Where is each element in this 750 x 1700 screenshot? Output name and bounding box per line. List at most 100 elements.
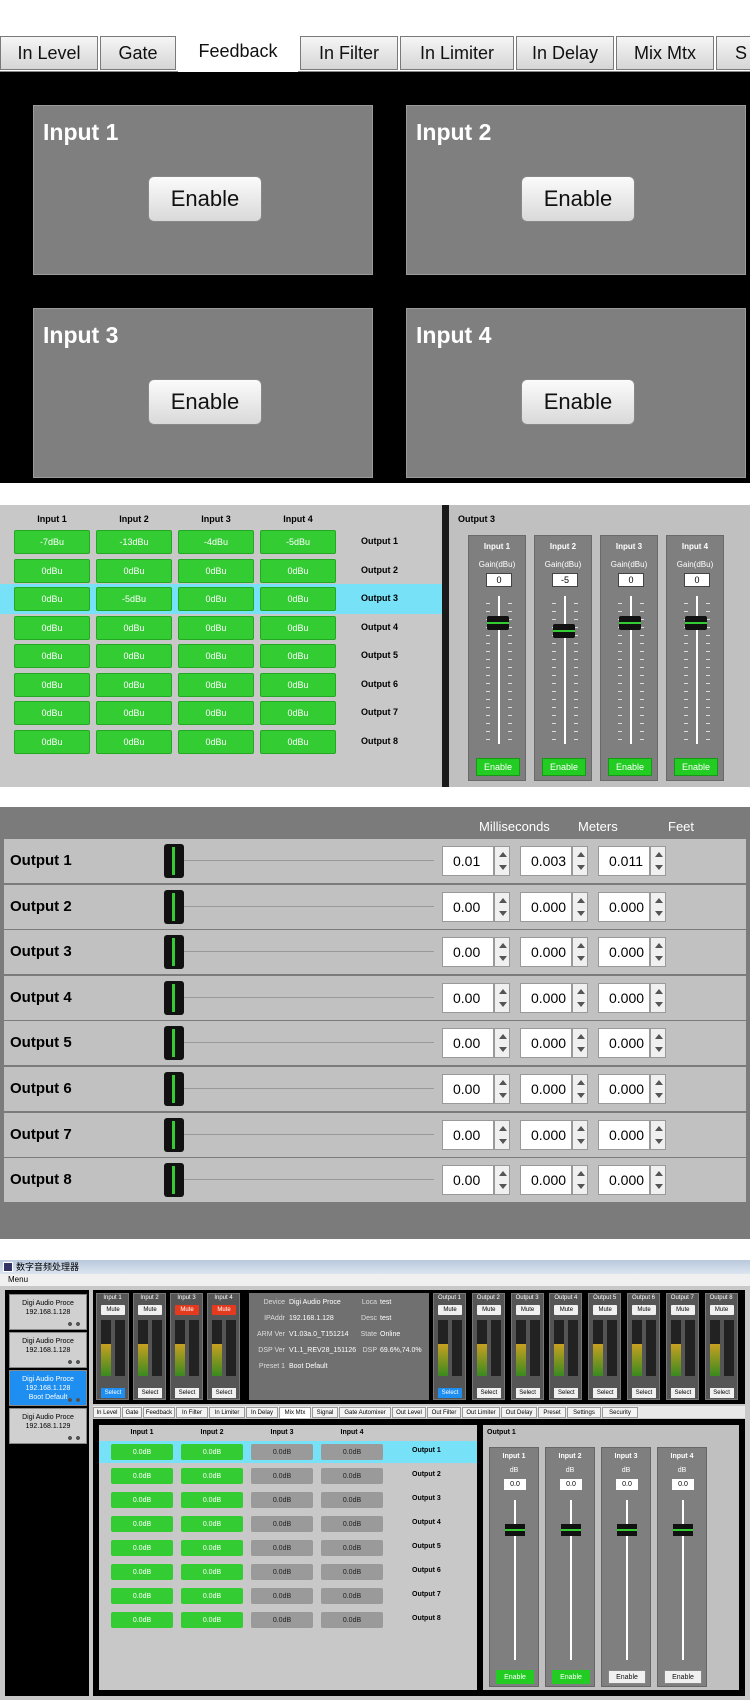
delay-slider-knob[interactable] bbox=[164, 1026, 184, 1061]
gain-cell[interactable]: 0.0dB bbox=[111, 1588, 173, 1604]
matrix-row[interactable]: 0.0dB 0.0dB 0.0dB 0.0dB Output 2 bbox=[99, 1465, 477, 1487]
meters-input[interactable]: 0.000 bbox=[520, 1028, 572, 1059]
gain-cell[interactable]: 0dBu bbox=[96, 701, 172, 725]
fader-knob[interactable] bbox=[505, 1524, 525, 1536]
mute-button[interactable]: Mute bbox=[515, 1305, 540, 1315]
enable-button[interactable]: Enable bbox=[552, 1670, 590, 1684]
gain-cell[interactable]: 0dBu bbox=[14, 701, 90, 725]
gain-cell[interactable]: 0dBu bbox=[14, 558, 90, 583]
select-button[interactable]: Select bbox=[593, 1388, 618, 1398]
gain-cell[interactable]: 0.0dB bbox=[181, 1564, 243, 1580]
select-button[interactable]: Select bbox=[554, 1388, 579, 1398]
mute-button[interactable]: Mute bbox=[476, 1305, 501, 1315]
enable-button[interactable]: Enable bbox=[664, 1670, 702, 1684]
milliseconds-spinner[interactable] bbox=[494, 1074, 510, 1104]
fader-knob[interactable] bbox=[487, 616, 509, 630]
gain-cell[interactable]: 0dBu bbox=[260, 587, 336, 611]
matrix-row[interactable]: 0.0dB 0.0dB 0.0dB 0.0dB Output 4 bbox=[99, 1513, 477, 1535]
milliseconds-input[interactable]: 0.00 bbox=[442, 1119, 494, 1150]
meters-input[interactable]: 0.000 bbox=[520, 982, 572, 1013]
delay-slider-knob[interactable] bbox=[164, 844, 184, 878]
gain-cell[interactable]: 0.0dB bbox=[321, 1588, 383, 1604]
tab-signal[interactable]: S bbox=[716, 36, 750, 70]
enable-button[interactable]: Enable bbox=[148, 379, 262, 425]
milliseconds-input[interactable]: 0.01 bbox=[442, 846, 494, 876]
gain-cell[interactable]: 0.0dB bbox=[321, 1540, 383, 1556]
delay-slider-knob[interactable] bbox=[164, 1117, 184, 1152]
gain-cell[interactable]: 0.0dB bbox=[251, 1540, 313, 1556]
gain-cell[interactable]: 0.0dB bbox=[321, 1564, 383, 1580]
mute-button[interactable]: Mute bbox=[212, 1305, 236, 1315]
matrix-row[interactable]: -7dBu -13dBu -4dBu -5dBu Output 1 bbox=[0, 527, 442, 557]
feet-input[interactable]: 0.000 bbox=[598, 1074, 650, 1104]
fader-knob[interactable] bbox=[619, 616, 641, 630]
select-button[interactable]: Select bbox=[632, 1388, 656, 1398]
feet-input[interactable]: 0.000 bbox=[598, 982, 650, 1013]
gain-cell[interactable]: 0.0dB bbox=[111, 1444, 173, 1460]
enable-button[interactable]: Enable bbox=[542, 758, 586, 776]
matrix-row[interactable]: 0.0dB 0.0dB 0.0dB 0.0dB Output 5 bbox=[99, 1537, 477, 1559]
device-item[interactable]: Digi Audio Proce 192.168.1.129 bbox=[9, 1408, 87, 1444]
matrix-row[interactable]: 0dBu 0dBu 0dBu 0dBu Output 7 bbox=[0, 698, 442, 728]
gain-cell[interactable]: 0dBu bbox=[14, 587, 90, 611]
matrix-row[interactable]: 0dBu -5dBu 0dBu 0dBu Output 3 bbox=[0, 584, 442, 614]
tab-out-limiter[interactable]: Out Limiter bbox=[462, 1407, 500, 1418]
delay-slider-knob[interactable] bbox=[164, 980, 184, 1015]
select-button[interactable]: Select bbox=[175, 1388, 199, 1398]
fader-knob[interactable] bbox=[685, 616, 707, 630]
mute-button[interactable]: Mute bbox=[709, 1305, 734, 1315]
delay-slider-knob[interactable] bbox=[164, 1163, 184, 1198]
tab-gate-automixer[interactable]: Gate Automixer bbox=[339, 1407, 391, 1418]
feet-spinner[interactable] bbox=[650, 982, 666, 1013]
tab-in-filter[interactable]: In Filter bbox=[176, 1407, 208, 1418]
matrix-row[interactable]: 0.0dB 0.0dB 0.0dB 0.0dB Output 3 bbox=[99, 1489, 477, 1511]
gain-cell[interactable]: 0.0dB bbox=[251, 1516, 313, 1532]
matrix-row[interactable]: 0.0dB 0.0dB 0.0dB 0.0dB Output 7 bbox=[99, 1585, 477, 1607]
gain-cell[interactable]: 0dBu bbox=[178, 558, 254, 583]
milliseconds-spinner[interactable] bbox=[494, 891, 510, 922]
gain-value-input[interactable]: -5 bbox=[552, 573, 578, 587]
fader-knob[interactable] bbox=[553, 624, 575, 638]
gain-cell[interactable]: 0dBu bbox=[96, 558, 172, 583]
gain-cell[interactable]: 0dBu bbox=[96, 644, 172, 668]
gain-cell[interactable]: -7dBu bbox=[14, 530, 90, 554]
feet-input[interactable]: 0.000 bbox=[598, 1028, 650, 1059]
feet-spinner[interactable] bbox=[650, 846, 666, 876]
enable-button[interactable]: Enable bbox=[476, 758, 520, 776]
gain-cell[interactable]: 0.0dB bbox=[181, 1540, 243, 1556]
gain-cell[interactable]: 0dBu bbox=[178, 587, 254, 611]
gain-value-input[interactable]: 0.0 bbox=[616, 1479, 638, 1490]
enable-button[interactable]: Enable bbox=[521, 379, 635, 425]
feet-spinner[interactable] bbox=[650, 937, 666, 968]
matrix-row[interactable]: 0.0dB 0.0dB 0.0dB 0.0dB Output 1 bbox=[99, 1441, 477, 1463]
gain-cell[interactable]: 0dBu bbox=[260, 644, 336, 668]
gain-cell[interactable]: 0.0dB bbox=[321, 1444, 383, 1460]
feet-spinner[interactable] bbox=[650, 1074, 666, 1104]
feet-input[interactable]: 0.000 bbox=[598, 891, 650, 922]
gain-value-input[interactable]: 0 bbox=[684, 573, 710, 587]
tab-mix-mtx[interactable]: Mix Mtx bbox=[279, 1407, 311, 1418]
milliseconds-input[interactable]: 0.00 bbox=[442, 937, 494, 968]
tab-in-limiter[interactable]: In Limiter bbox=[209, 1407, 245, 1418]
meters-spinner[interactable] bbox=[572, 1028, 588, 1059]
select-button[interactable]: Select bbox=[138, 1388, 162, 1398]
enable-button[interactable]: Enable bbox=[674, 758, 718, 776]
feet-input[interactable]: 0.011 bbox=[598, 846, 650, 876]
tab-out-level[interactable]: Out Level bbox=[392, 1407, 426, 1418]
matrix-row[interactable]: 0dBu 0dBu 0dBu 0dBu Output 6 bbox=[0, 670, 442, 700]
feet-spinner[interactable] bbox=[650, 1165, 666, 1196]
select-button[interactable]: Select bbox=[476, 1388, 501, 1398]
matrix-row[interactable]: 0.0dB 0.0dB 0.0dB 0.0dB Output 8 bbox=[99, 1609, 477, 1631]
tab-out-delay[interactable]: Out Delay bbox=[501, 1407, 537, 1418]
mute-button[interactable]: Mute bbox=[670, 1305, 695, 1315]
feet-spinner[interactable] bbox=[650, 1028, 666, 1059]
gain-cell[interactable]: -4dBu bbox=[178, 530, 254, 554]
milliseconds-input[interactable]: 0.00 bbox=[442, 982, 494, 1013]
gain-cell[interactable]: 0.0dB bbox=[111, 1468, 173, 1484]
gain-cell[interactable]: 0dBu bbox=[260, 615, 336, 640]
fader-knob[interactable] bbox=[561, 1524, 581, 1536]
gain-cell[interactable]: 0.0dB bbox=[251, 1564, 313, 1580]
gain-cell[interactable]: 0dBu bbox=[96, 729, 172, 754]
select-button[interactable]: Select bbox=[438, 1388, 462, 1398]
mute-button[interactable]: Mute bbox=[554, 1305, 579, 1315]
